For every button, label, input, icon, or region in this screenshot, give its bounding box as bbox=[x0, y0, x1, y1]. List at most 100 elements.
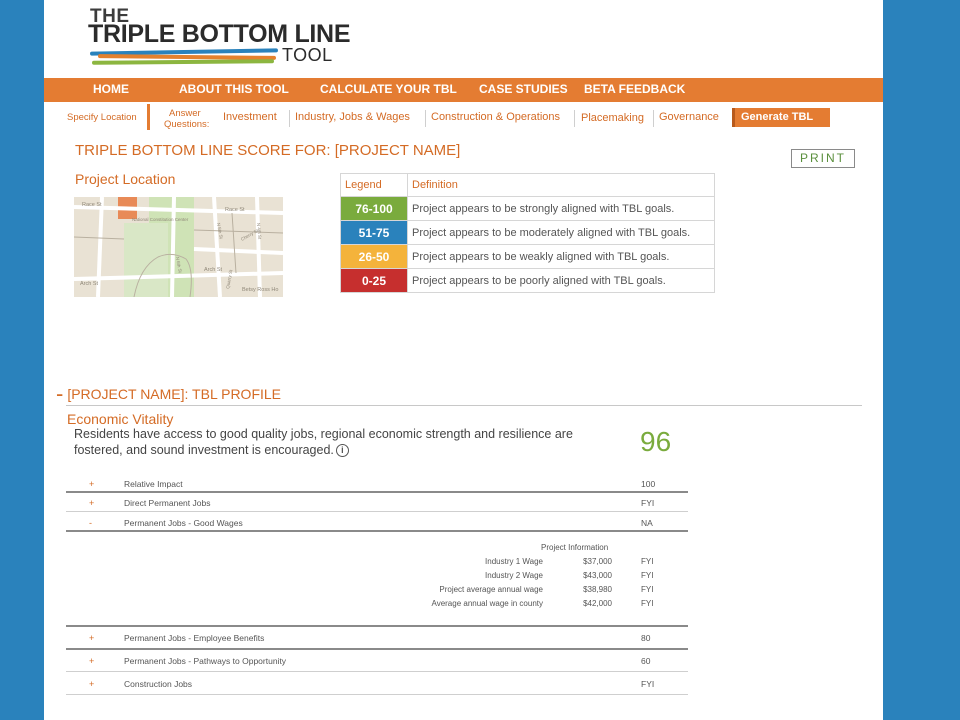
collapse-toggle[interactable]: - bbox=[89, 518, 92, 528]
nav-home[interactable]: HOME bbox=[93, 82, 129, 96]
metric-value: FYI bbox=[641, 679, 655, 689]
collapse-toggle[interactable]: - bbox=[56, 381, 63, 406]
profile-heading: - [PROJECT NAME]: TBL PROFILE bbox=[56, 379, 282, 406]
info-fyi: FYI bbox=[641, 599, 654, 608]
legend-range-weak: 26-50 bbox=[340, 244, 408, 269]
sub-nav: Specify Location Answer Questions: Inves… bbox=[44, 104, 883, 132]
table-row[interactable]: + Permanent Jobs - Employee Benefits 80 bbox=[66, 628, 688, 647]
nav-about[interactable]: ABOUT THIS TOOL bbox=[179, 82, 289, 96]
subnav-industry[interactable]: Industry, Jobs & Wages bbox=[295, 111, 410, 123]
profile-heading-text: [PROJECT NAME]: TBL PROFILE bbox=[67, 386, 282, 402]
divider bbox=[66, 648, 688, 650]
expand-toggle[interactable]: + bbox=[89, 656, 94, 666]
legend-definition: Project appears to be weakly aligned wit… bbox=[407, 244, 715, 269]
nav-calculate[interactable]: CALCULATE YOUR TBL bbox=[320, 82, 457, 96]
legend-row: 76-100 Project appears to be strongly al… bbox=[340, 196, 715, 221]
project-map[interactable]: Race St Race St Arch St Arch St Betsy Ro… bbox=[74, 197, 283, 297]
info-amount: $43,000 bbox=[583, 571, 612, 580]
legend-range-moderate: 51-75 bbox=[340, 220, 408, 245]
table-row[interactable]: + Direct Permanent Jobs FYI bbox=[66, 493, 688, 512]
info-label: Average annual wage in county bbox=[431, 599, 544, 608]
legend-row: 26-50 Project appears to be weakly align… bbox=[340, 244, 715, 269]
divider bbox=[66, 625, 688, 627]
legend-range-strong: 76-100 bbox=[340, 196, 408, 221]
info-label: Industry 1 Wage bbox=[485, 557, 543, 566]
divider bbox=[66, 671, 688, 672]
subnav-construction[interactable]: Construction & Operations bbox=[431, 111, 560, 123]
info-label: Project average annual wage bbox=[439, 585, 543, 594]
map-label-race-st-east: Race St bbox=[225, 207, 245, 213]
legend-row: 51-75 Project appears to be moderately a… bbox=[340, 220, 715, 245]
economic-vitality-score: 96 bbox=[640, 426, 672, 457]
legend-header-legend: Legend bbox=[340, 173, 408, 197]
expand-toggle[interactable]: + bbox=[89, 633, 94, 643]
metric-value: 100 bbox=[641, 479, 656, 489]
table-row[interactable]: + Relative Impact 100 bbox=[66, 474, 688, 493]
info-icon[interactable]: i bbox=[335, 444, 349, 458]
logo-stripe-green bbox=[91, 59, 275, 65]
divider bbox=[66, 405, 862, 406]
subnav-divider bbox=[147, 104, 150, 130]
info-fyi: FYI bbox=[641, 571, 654, 580]
map-label-arch-st-east: Arch St bbox=[204, 267, 223, 273]
expand-toggle[interactable]: + bbox=[89, 498, 94, 508]
table-row[interactable]: + Permanent Jobs - Pathways to Opportuni… bbox=[66, 651, 688, 670]
page-title: TRIPLE BOTTOM LINE SCORE FOR: [PROJECT N… bbox=[75, 142, 461, 159]
metric-name: Permanent Jobs - Pathways to Opportunity bbox=[124, 656, 287, 666]
metric-name: Construction Jobs bbox=[124, 679, 193, 689]
metric-value: NA bbox=[641, 518, 653, 528]
economic-vitality-description: Residents have access to good quality jo… bbox=[74, 426, 594, 458]
map-image: Race St Race St Arch St Arch St Betsy Ro… bbox=[74, 197, 283, 297]
info-amount: $42,000 bbox=[583, 599, 612, 608]
subnav-governance[interactable]: Governance bbox=[659, 111, 719, 123]
subnav-separator bbox=[653, 110, 654, 127]
info-amount: $38,980 bbox=[583, 585, 612, 594]
economic-vitality-title: Economic Vitality bbox=[67, 411, 174, 427]
project-information: Project Information Industry 1 Wage $37,… bbox=[44, 540, 883, 610]
table-row[interactable]: + Construction Jobs FYI bbox=[66, 674, 688, 693]
map-label-race-st-west: Race St bbox=[82, 202, 102, 208]
print-button[interactable]: PRINT bbox=[791, 149, 855, 168]
legend-row: 0-25 Project appears to be poorly aligne… bbox=[340, 268, 715, 293]
metric-value: FYI bbox=[641, 498, 655, 508]
info-fyi: FYI bbox=[641, 585, 654, 594]
map-label-betsy-ross: Betsy Ross Ho bbox=[242, 287, 278, 293]
subnav-specify-location[interactable]: Specify Location bbox=[67, 112, 137, 123]
legend-definition: Project appears to be moderately aligned… bbox=[407, 220, 715, 245]
project-location-title: Project Location bbox=[75, 171, 176, 187]
metric-name: Permanent Jobs - Good Wages bbox=[124, 518, 243, 528]
metric-name: Direct Permanent Jobs bbox=[124, 498, 211, 508]
divider bbox=[66, 694, 688, 695]
legend-definition: Project appears to be strongly aligned w… bbox=[407, 196, 715, 221]
project-information-header: Project Information bbox=[541, 543, 609, 552]
nav-case-studies[interactable]: CASE STUDIES bbox=[479, 82, 568, 96]
nav-beta-feedback[interactable]: BETA FEEDBACK bbox=[584, 82, 685, 96]
logo-tool: TOOL bbox=[282, 45, 333, 65]
main-nav: HOME ABOUT THIS TOOL CALCULATE YOUR TBL … bbox=[44, 78, 883, 102]
legend-range-poor: 0-25 bbox=[340, 268, 408, 293]
info-amount: $37,000 bbox=[583, 557, 612, 566]
legend-header-definition: Definition bbox=[407, 173, 715, 197]
page: THE TRIPLE BOTTOM LINE TOOL HOME ABOUT T… bbox=[44, 0, 883, 720]
legend-table: Legend Definition 76-100 Project appears… bbox=[340, 173, 715, 293]
info-fyi: FYI bbox=[641, 557, 654, 566]
metric-name: Permanent Jobs - Employee Benefits bbox=[124, 633, 265, 643]
divider bbox=[66, 530, 688, 532]
legend-header-row: Legend Definition bbox=[340, 173, 715, 197]
subnav-answer-line2: Questions: bbox=[164, 119, 210, 130]
subnav-investment[interactable]: Investment bbox=[223, 111, 277, 123]
map-label-constitution-center: National Constitution Center bbox=[132, 217, 189, 222]
metric-name: Relative Impact bbox=[124, 479, 183, 489]
subnav-separator bbox=[289, 110, 290, 127]
expand-toggle[interactable]: + bbox=[89, 679, 94, 689]
generate-tbl-button[interactable]: Generate TBL bbox=[732, 108, 830, 127]
subnav-placemaking[interactable]: Placemaking bbox=[581, 112, 644, 124]
map-label-arch-st-west: Arch St bbox=[80, 281, 99, 287]
metric-value: 80 bbox=[641, 633, 651, 643]
logo[interactable]: THE TRIPLE BOTTOM LINE TOOL bbox=[88, 6, 351, 68]
subnav-answer-line1: Answer bbox=[169, 108, 201, 119]
expand-toggle[interactable]: + bbox=[89, 479, 94, 489]
info-label: Industry 2 Wage bbox=[485, 571, 543, 580]
metric-value: 60 bbox=[641, 656, 651, 666]
subnav-separator bbox=[574, 110, 575, 127]
